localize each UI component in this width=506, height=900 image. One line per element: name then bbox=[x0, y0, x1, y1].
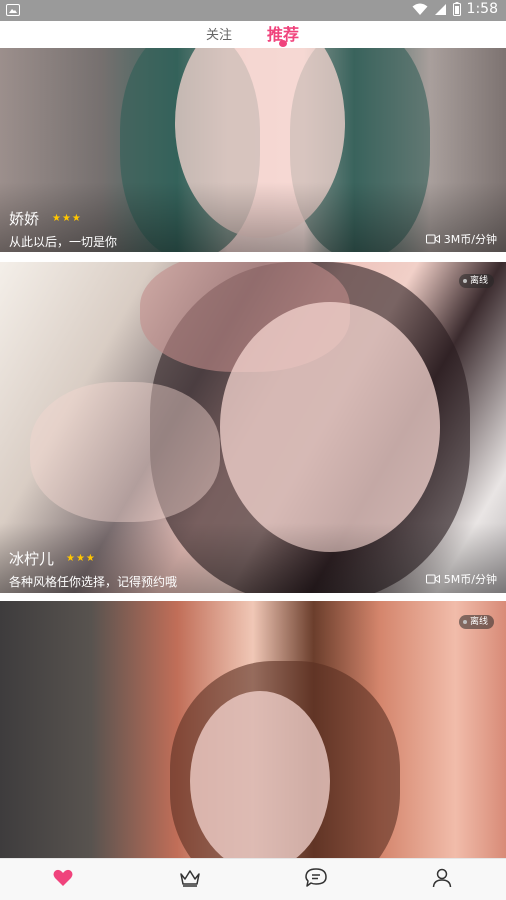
top-tab-bar: 关注 推荐 bbox=[0, 21, 506, 48]
streamer-name: 冰柠儿 bbox=[9, 550, 55, 568]
streamer-bio: 从此以后，一切是你 bbox=[9, 235, 118, 249]
chat-icon bbox=[305, 868, 327, 892]
tab-follow[interactable]: 关注 bbox=[206, 24, 232, 43]
battery-icon bbox=[452, 2, 461, 16]
nav-profile[interactable] bbox=[429, 867, 455, 893]
status-time: 1:58 bbox=[466, 1, 498, 17]
status-dot bbox=[462, 279, 467, 283]
active-tab-indicator bbox=[279, 40, 287, 47]
signal-icon bbox=[434, 3, 447, 16]
price-label: 3M币/分钟 bbox=[425, 231, 497, 247]
streamer-bio: 各种风格任你选择，记得预约哦 bbox=[9, 575, 178, 589]
streamer-name: 娇娇 bbox=[9, 210, 40, 228]
rating-stars: ★★★ bbox=[66, 553, 96, 564]
status-bar: 1:58 bbox=[0, 0, 506, 21]
badge-text: 离线 bbox=[469, 617, 488, 627]
profile-icon bbox=[432, 868, 452, 892]
price-text: 3M币/分钟 bbox=[443, 233, 497, 246]
photo-detail bbox=[220, 302, 440, 552]
video-camera-icon bbox=[425, 574, 440, 584]
nav-messages[interactable] bbox=[303, 867, 329, 893]
badge-text: 离线 bbox=[469, 276, 488, 286]
price-label: 5M币/分钟 bbox=[425, 571, 497, 587]
status-dot bbox=[462, 620, 467, 624]
rating-stars: ★★★ bbox=[52, 213, 82, 224]
price-text: 5M币/分钟 bbox=[443, 573, 497, 586]
status-icons: 1:58 bbox=[412, 1, 498, 17]
image-icon bbox=[6, 4, 20, 16]
video-camera-icon bbox=[425, 234, 440, 244]
streamer-card[interactable]: 离线 bbox=[0, 601, 506, 858]
photo-detail bbox=[30, 382, 220, 522]
streamer-card[interactable]: 娇娇 ★★★ 从此以后，一切是你 3M币/分钟 bbox=[0, 48, 506, 252]
crown-icon bbox=[179, 869, 201, 891]
offline-badge: 离线 bbox=[458, 615, 494, 629]
bottom-nav bbox=[0, 858, 506, 900]
nav-home[interactable] bbox=[50, 867, 76, 893]
photo-detail bbox=[190, 691, 330, 858]
offline-badge: 离线 bbox=[458, 274, 494, 288]
wifi-icon bbox=[412, 3, 428, 16]
heart-icon bbox=[53, 869, 73, 891]
streamer-card[interactable]: 离线 冰柠儿 ★★★ 各种风格任你选择，记得预约哦 5M币/分钟 bbox=[0, 262, 506, 593]
nav-ranking[interactable] bbox=[177, 867, 203, 893]
